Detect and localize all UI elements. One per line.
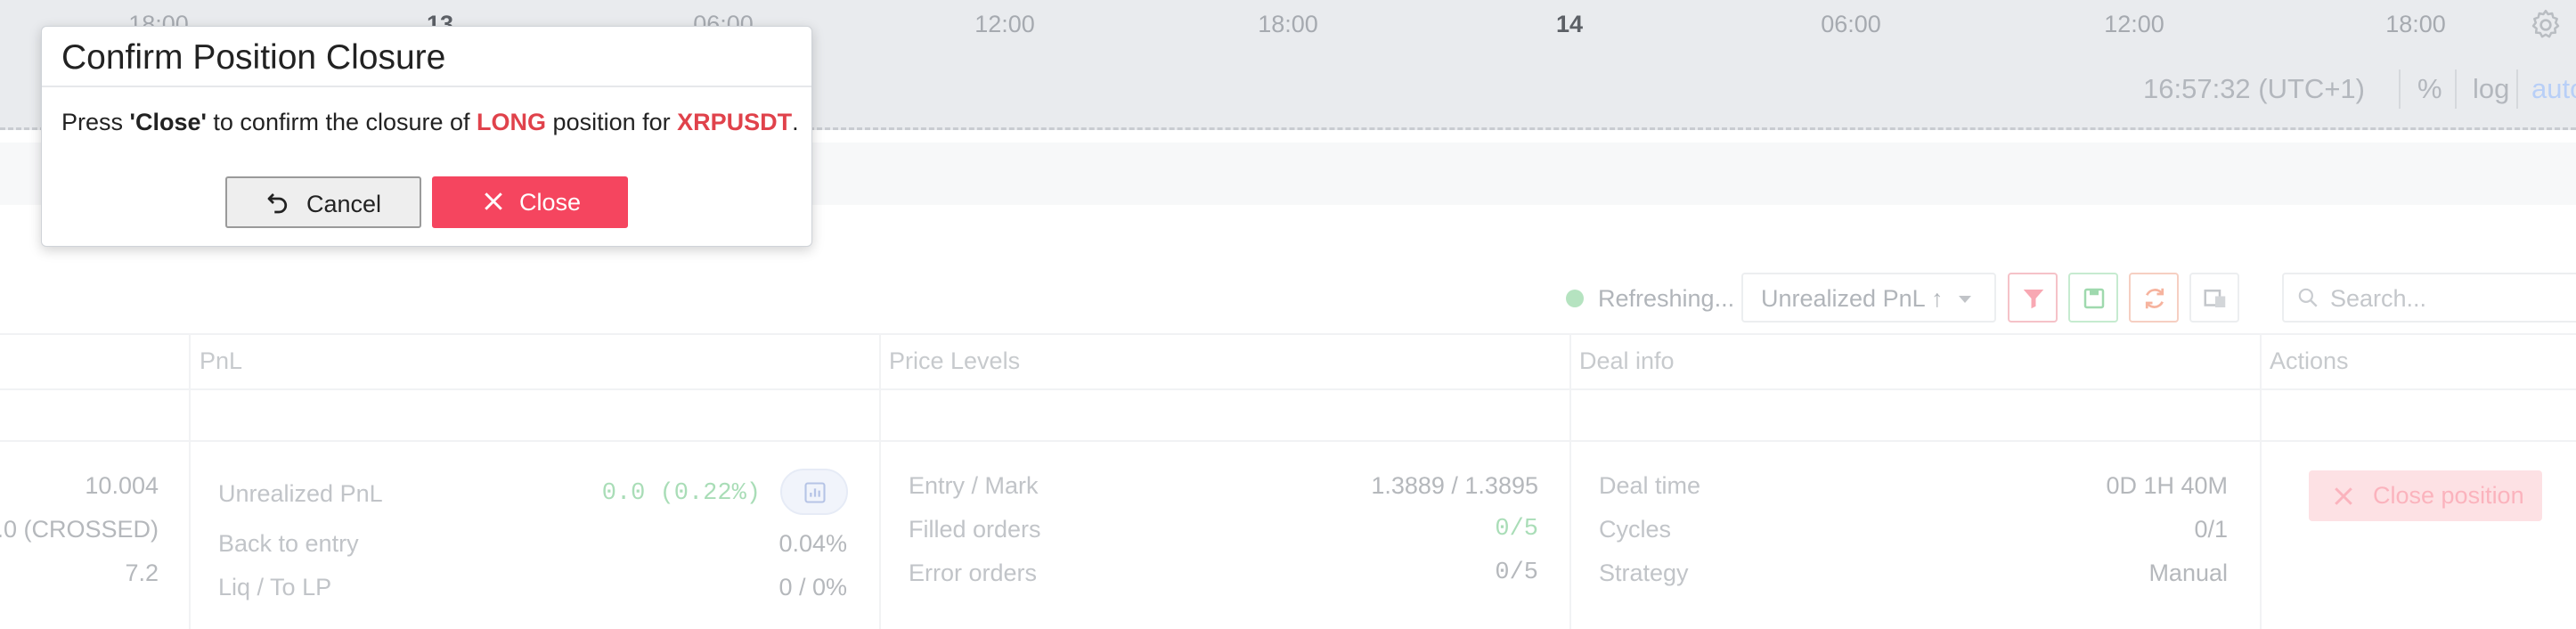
close-label: Close	[519, 189, 582, 216]
column-header-pnl[interactable]: PnL	[200, 347, 242, 375]
pnl-label: Back to entry	[218, 530, 359, 557]
divider	[2516, 69, 2518, 109]
time-axis-label: 18:00	[1258, 11, 1318, 37]
pnl-chart-button[interactable]	[780, 469, 848, 515]
message-close-word: 'Close'	[129, 109, 207, 135]
bar-chart-icon	[804, 482, 826, 503]
error-orders-value: 0/5	[1495, 560, 1538, 586]
sort-select[interactable]: Unrealized PnL ↑	[1741, 273, 1996, 323]
deal-label: Cycles	[1599, 516, 1672, 543]
columns-icon	[2204, 290, 2226, 307]
divider	[2455, 69, 2457, 109]
liq-value: 0 / 0%	[779, 574, 847, 600]
divider	[1569, 333, 1571, 629]
divider	[879, 333, 881, 629]
pnl-label: Liq / To LP	[218, 574, 332, 600]
close-position-button[interactable]: Close position	[2309, 470, 2542, 521]
undo-icon	[267, 193, 288, 214]
sort-select-value: Unrealized PnL ↑	[1761, 285, 1944, 312]
cycles-value: 0/1	[2194, 516, 2228, 543]
time-axis-label: 14	[1555, 11, 1584, 37]
pnl-label: Unrealized PnL	[218, 480, 383, 507]
time-axis-label: 18:00	[2385, 11, 2446, 37]
time-axis-label: 06:00	[1821, 11, 1881, 37]
message-text: Press	[61, 109, 130, 135]
price-label: Error orders	[909, 560, 1038, 586]
column-header-price-levels[interactable]: Price Levels	[889, 347, 1020, 375]
save-layout-button[interactable]	[2068, 273, 2118, 323]
close-icon	[2335, 487, 2352, 505]
divider	[189, 333, 191, 629]
divider	[0, 440, 2576, 442]
status-indicator	[1566, 290, 1584, 307]
funnel-icon	[2023, 290, 2044, 309]
price-label: Entry / Mark	[909, 472, 1039, 499]
search-input[interactable]: Search...	[2282, 273, 2576, 323]
time-axis-label: 12:00	[2104, 11, 2164, 37]
column-header-actions[interactable]: Actions	[2270, 347, 2349, 375]
save-icon	[2083, 288, 2105, 309]
search-icon	[2298, 288, 2318, 307]
divider	[42, 86, 811, 87]
cancel-label: Cancel	[306, 191, 382, 217]
divider	[2260, 333, 2262, 629]
confirm-closure-dialog: Confirm Position Closure Press 'Close' t…	[41, 26, 812, 247]
search-placeholder: Search...	[2330, 285, 2427, 312]
deal-label: Strategy	[1599, 560, 1689, 586]
divider	[2399, 69, 2401, 109]
refresh-button[interactable]	[2129, 273, 2179, 323]
filled-orders-value: 0/5	[1495, 516, 1538, 543]
gear-icon[interactable]	[2528, 7, 2564, 43]
percent-scale-toggle[interactable]: %	[2417, 73, 2442, 105]
columns-button[interactable]	[2189, 273, 2239, 323]
message-text: position for	[546, 109, 678, 135]
strategy-value: Manual	[2148, 560, 2228, 586]
divider	[0, 388, 2576, 390]
filter-button[interactable]	[2008, 273, 2058, 323]
message-text: to confirm the closure of	[206, 109, 477, 135]
auto-scale-toggle[interactable]: auto	[2531, 73, 2576, 105]
column-header-deal-info[interactable]: Deal info	[1579, 347, 1675, 375]
position-size: 10.004	[85, 472, 159, 499]
time-axis-label: 12:00	[974, 11, 1035, 37]
deal-time-value: 0D 1H 40M	[2106, 472, 2228, 499]
cancel-button[interactable]: Cancel	[225, 176, 421, 228]
price-label: Filled orders	[909, 516, 1041, 543]
close-icon	[485, 192, 502, 210]
chevron-down-icon	[1959, 296, 1971, 303]
entry-mark-value: 1.3889 / 1.3895	[1371, 472, 1538, 499]
position-margin: 7.2	[125, 560, 159, 586]
position-leverage: 2.0 (CROSSED)	[0, 516, 159, 543]
chart-clock: 16:57:32 (UTC+1)	[2143, 73, 2365, 104]
log-scale-toggle[interactable]: log	[2473, 73, 2509, 105]
message-text: .	[792, 109, 799, 135]
position-symbol: XRPUSDT	[677, 109, 793, 135]
back-to-entry-value: 0.04%	[779, 530, 847, 557]
deal-label: Deal time	[1599, 472, 1701, 499]
refresh-icon	[2145, 288, 2164, 309]
close-position-label: Close position	[2373, 482, 2524, 509]
dialog-title: Confirm Position Closure	[61, 38, 446, 77]
position-side: LONG	[477, 109, 547, 135]
unrealized-pnl-value: 0.0 (0.22%)	[601, 480, 761, 507]
confirm-close-button[interactable]: Close	[432, 176, 628, 228]
dialog-message: Press 'Close' to confirm the closure of …	[61, 109, 799, 136]
divider	[0, 333, 2576, 335]
refresh-status: Refreshing...	[1598, 285, 1735, 312]
